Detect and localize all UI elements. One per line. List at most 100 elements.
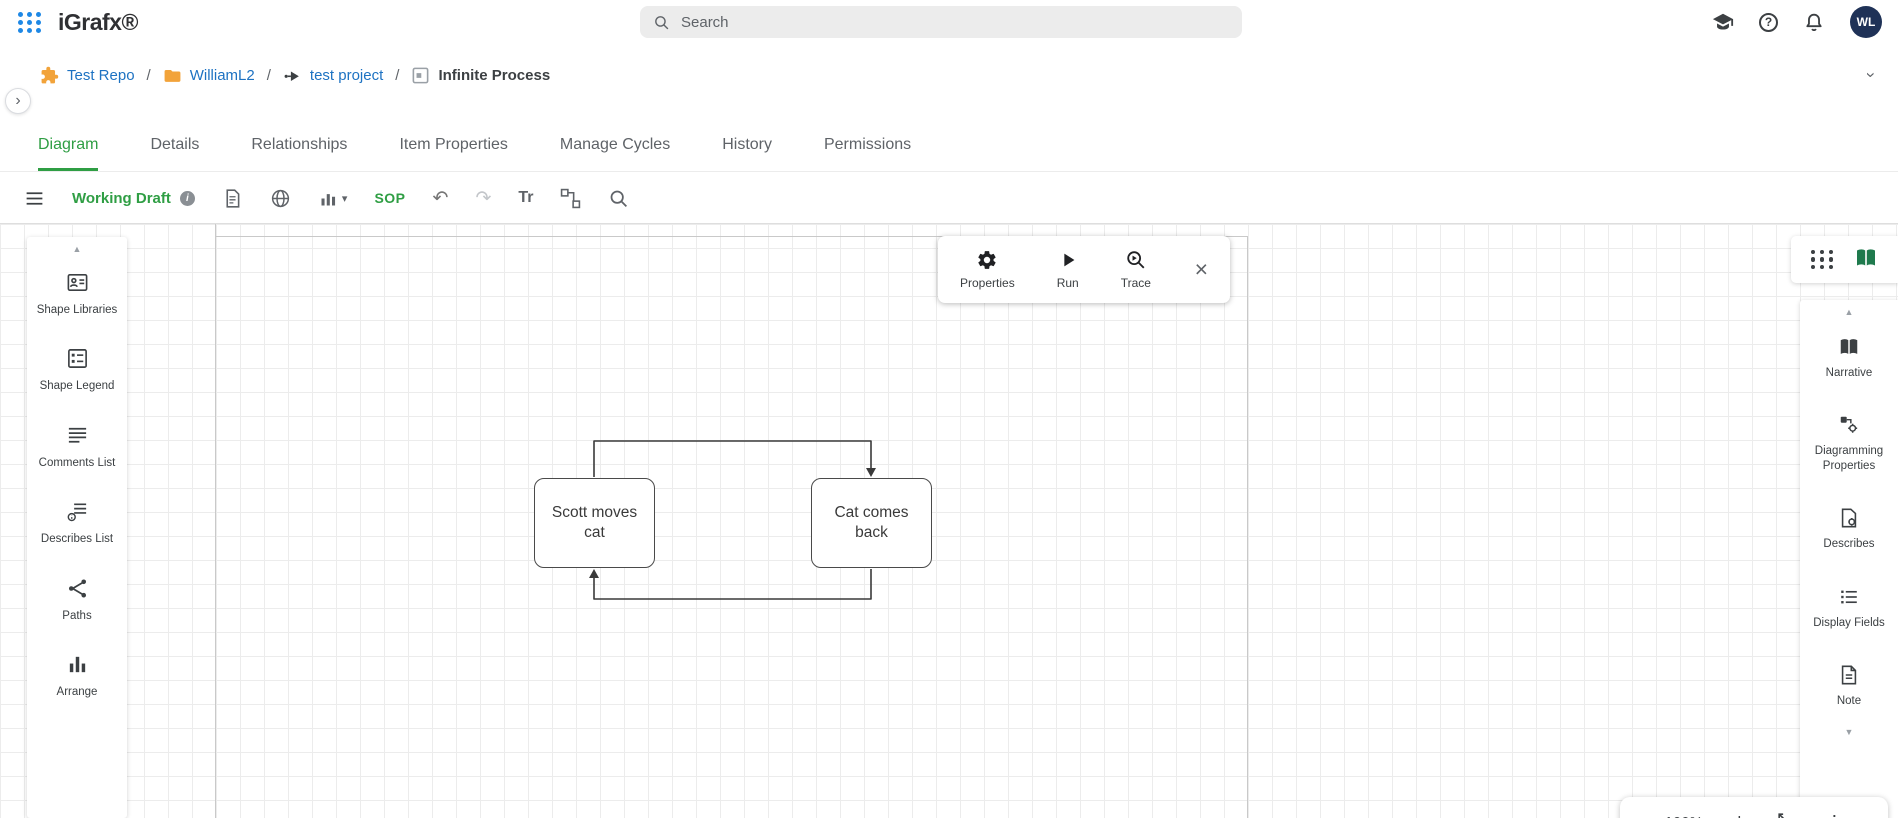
properties-label: Properties [960,276,1015,290]
bell-icon [1803,11,1825,33]
sop-button[interactable]: SOP [374,190,405,206]
shape-node-cat[interactable]: Cat comes back [811,478,932,568]
sidebar-item-paths[interactable]: Paths [27,562,127,638]
tab-history[interactable]: History [722,122,772,171]
breadcrumb-item-folder[interactable]: WilliamL2 [163,66,255,85]
text-format-button[interactable]: Tr [518,189,533,207]
right-tool-panel: ▲ Narrative Diagramming Properties Descr… [1800,300,1898,818]
canvas-area: Scott moves cat Cat comes back [0,224,1898,818]
document-icon [222,188,243,209]
sidebar-item-describes[interactable]: Describes [1800,490,1898,568]
undo-icon: ↶ [433,187,449,210]
tab-diagram[interactable]: Diagram [38,122,98,171]
sidebar-item-arrange[interactable]: Arrange [27,638,127,714]
expand-side-panel-button[interactable]: › [5,88,31,114]
redo-button[interactable]: ↷ [475,187,491,210]
version-label: Working Draft [72,190,171,207]
trace-button[interactable]: Trace [1121,249,1151,290]
caret-down-icon: ▾ [342,192,348,205]
sidebar-item-diagramming-properties[interactable]: Diagramming Properties [1800,397,1898,490]
magnifier-icon [608,188,629,209]
describes-list-icon [66,500,89,523]
search-icon [653,14,670,31]
run-label: Run [1057,276,1079,290]
tab-permissions[interactable]: Permissions [824,122,911,171]
shape-legend-icon [66,347,89,370]
more-vertical-icon: ⋮ [1825,812,1843,818]
app-launcher-button[interactable] [16,10,44,35]
breadcrumb-label: Test Repo [67,67,135,84]
scroll-down-icon[interactable]: ▼ [1845,725,1854,739]
tool-label: Arrange [57,685,98,699]
apps-grid-icon [36,12,41,17]
global-search-bar[interactable] [640,6,1242,38]
document-view-button[interactable] [222,188,243,209]
sidebar-item-display-fields[interactable]: Display Fields [1800,569,1898,647]
trace-icon [1125,249,1147,271]
zoom-in-button[interactable]: + [1734,811,1746,818]
diagram-canvas[interactable] [0,224,1898,818]
sidebar-item-note[interactable]: Note [1800,647,1898,725]
web-view-button[interactable] [270,188,291,209]
help-button[interactable]: ? [1759,13,1778,32]
apps-grid-icon [27,20,32,25]
scroll-up-icon[interactable]: ▲ [73,242,82,256]
tool-label: Display Fields [1813,616,1885,630]
sidebar-item-narrative[interactable]: Narrative [1800,319,1898,397]
breadcrumb-label: test project [310,67,383,84]
breadcrumb-expand-chevron-icon[interactable]: › [1861,72,1881,78]
apps-grid-icon [27,12,32,17]
apps-grid-icon [36,28,41,33]
breadcrumb-label: Infinite Process [438,67,550,84]
tab-details[interactable]: Details [150,122,199,171]
breadcrumb-separator: / [267,67,271,84]
tab-manage-cycles[interactable]: Manage Cycles [560,122,670,171]
tool-label: Describes List [41,532,113,546]
menu-button[interactable] [24,188,45,209]
display-fields-icon [1838,586,1860,608]
grid-dots-icon [1811,250,1835,270]
run-button[interactable]: Run [1057,249,1079,290]
analysis-menu-button[interactable]: ▾ [318,188,348,209]
tab-item-properties[interactable]: Item Properties [399,122,507,171]
breadcrumb-separator: / [147,67,151,84]
tab-relationships[interactable]: Relationships [251,122,347,171]
chart-icon [318,188,339,209]
sidebar-item-shape-legend[interactable]: Shape Legend [27,332,127,408]
shape-node-scott[interactable]: Scott moves cat [534,478,655,568]
tool-label: Note [1837,694,1861,708]
breadcrumb-item-project[interactable]: test project [283,66,383,85]
repo-icon [40,66,59,85]
note-icon [1838,664,1860,686]
shape-libraries-icon [66,271,89,294]
connector-tool-button[interactable] [560,188,581,209]
user-avatar[interactable]: WL [1850,6,1882,38]
undo-button[interactable]: ↶ [433,187,449,210]
version-selector[interactable]: Working Draft i [72,190,195,207]
search-input[interactable] [681,14,1229,31]
breadcrumb-item-current: Infinite Process [411,66,550,85]
notifications-button[interactable] [1803,11,1825,33]
zoom-search-button[interactable] [608,188,629,209]
scroll-up-icon[interactable]: ▲ [1845,305,1854,319]
graduation-cap-icon [1712,11,1734,33]
breadcrumb-item-repo[interactable]: Test Repo [40,66,135,85]
sidebar-item-shape-libraries[interactable]: Shape Libraries [27,256,127,332]
close-toolbar-button[interactable]: × [1195,258,1208,281]
shape-context-toolbar: Properties Run Trace × [938,236,1230,303]
diagramming-properties-icon [1838,414,1860,436]
chevron-right-icon: › [15,92,20,110]
reader-view-button[interactable] [1854,246,1878,273]
connector-icon [560,188,581,209]
zoom-more-button[interactable]: ⋮ [1825,812,1843,818]
grid-view-button[interactable] [1811,250,1835,270]
properties-button[interactable]: Properties [960,249,1015,290]
fit-screen-button[interactable] [1776,811,1795,818]
academy-button[interactable] [1712,11,1734,33]
apps-grid-icon [36,20,41,25]
tool-label: Comments List [39,456,116,470]
info-icon[interactable]: i [180,191,195,206]
sidebar-item-comments-list[interactable]: Comments List [27,409,127,485]
top-bar: iGrafx® ? WL [0,0,1898,44]
sidebar-item-describes-list[interactable]: Describes List [27,485,127,561]
